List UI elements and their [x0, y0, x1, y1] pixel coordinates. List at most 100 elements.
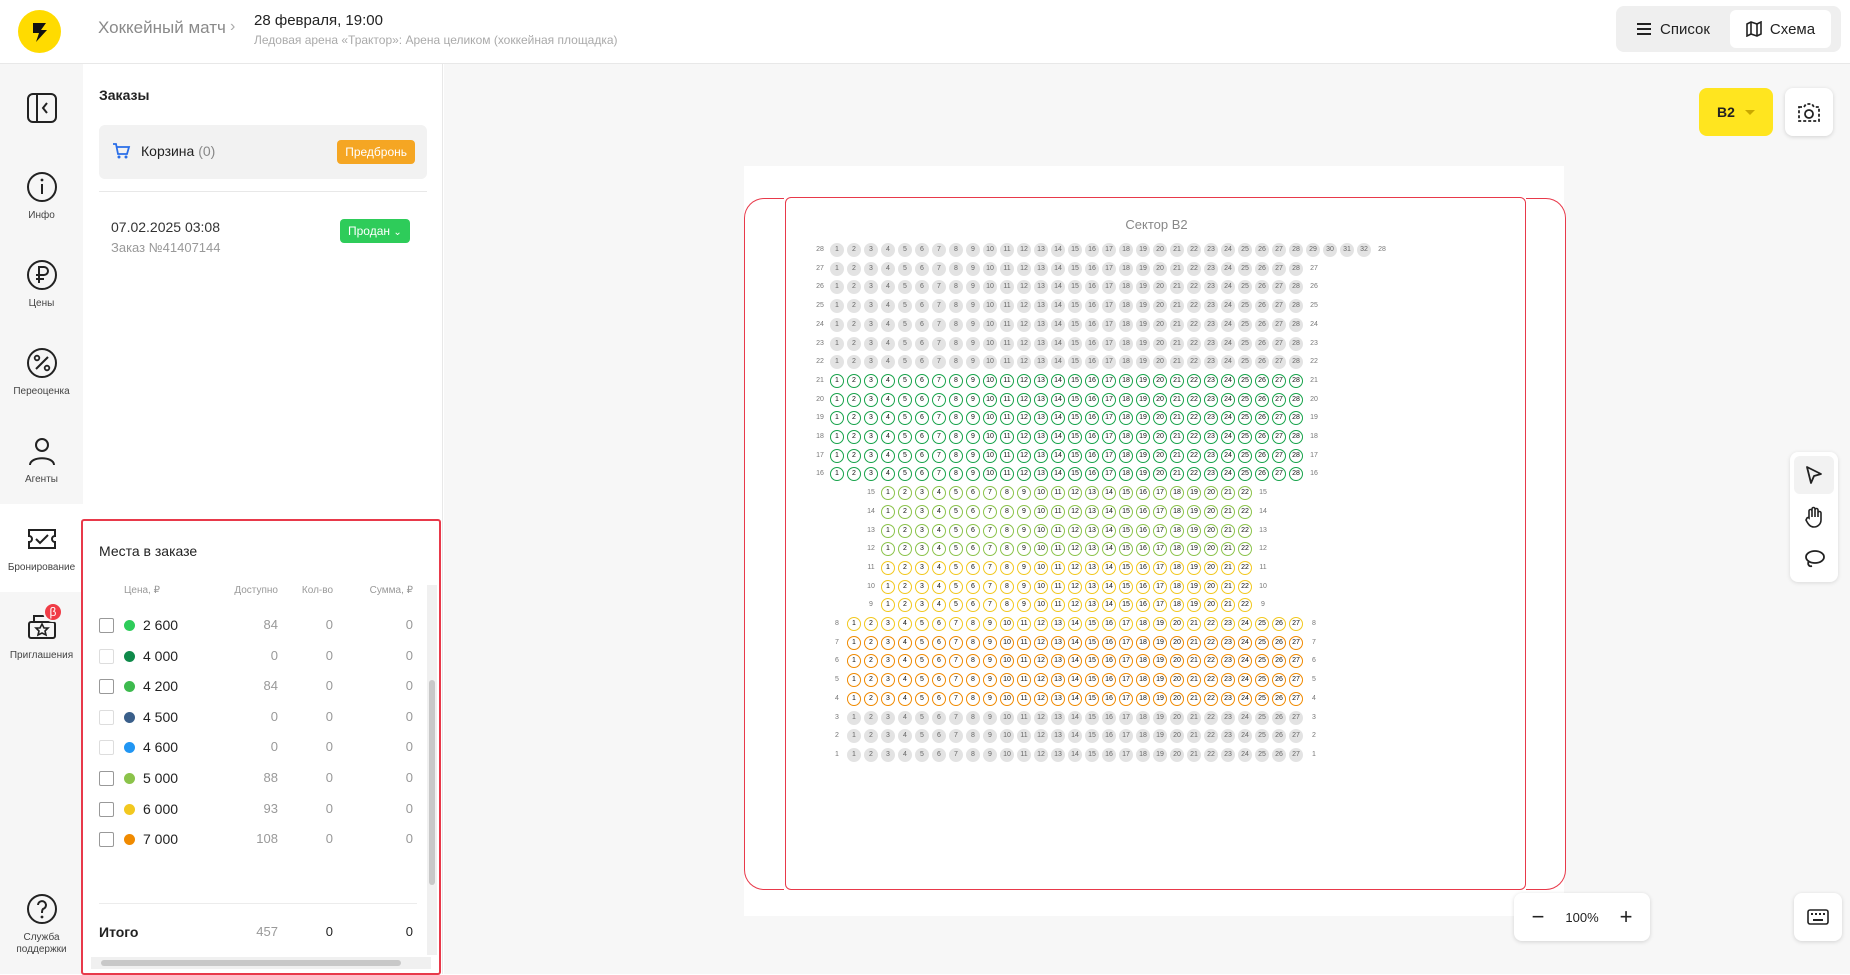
- seat[interactable]: 14: [1051, 336, 1065, 351]
- seat[interactable]: 15: [1085, 654, 1099, 669]
- seat[interactable]: 21: [1221, 504, 1235, 519]
- seat[interactable]: 7: [932, 280, 946, 295]
- seat[interactable]: 5: [898, 430, 912, 444]
- seat[interactable]: 3: [881, 635, 895, 650]
- seat[interactable]: 10: [1000, 635, 1014, 650]
- seat[interactable]: 5: [949, 542, 963, 557]
- seat[interactable]: 12: [1017, 280, 1031, 295]
- seat[interactable]: 23: [1204, 392, 1218, 407]
- seat[interactable]: 28: [1289, 243, 1303, 257]
- view-list-button[interactable]: Список: [1620, 10, 1726, 48]
- seat[interactable]: 28: [1289, 317, 1303, 332]
- seat[interactable]: 7: [932, 430, 946, 444]
- seat[interactable]: 9: [983, 691, 997, 706]
- seat[interactable]: 16: [1102, 747, 1116, 762]
- seat[interactable]: 16: [1102, 729, 1116, 744]
- seat[interactable]: 31: [1340, 243, 1354, 257]
- seat[interactable]: 20: [1204, 579, 1218, 594]
- seat[interactable]: 12: [1034, 729, 1048, 744]
- seat[interactable]: 8: [949, 299, 963, 314]
- seat[interactable]: 16: [1085, 243, 1099, 257]
- seat[interactable]: 22: [1187, 448, 1201, 463]
- seat[interactable]: 23: [1221, 710, 1235, 725]
- seat[interactable]: 13: [1085, 523, 1099, 538]
- seat[interactable]: 14: [1051, 299, 1065, 314]
- seat[interactable]: 21: [1170, 355, 1184, 370]
- seat[interactable]: 1: [881, 560, 895, 575]
- zoom-in-button[interactable]: +: [1614, 904, 1638, 929]
- seat[interactable]: 7: [949, 654, 963, 669]
- seat[interactable]: 18: [1136, 710, 1150, 725]
- seat[interactable]: 22: [1238, 523, 1252, 538]
- seat[interactable]: 15: [1068, 336, 1082, 351]
- seat[interactable]: 12: [1017, 467, 1031, 482]
- seat[interactable]: 27: [1289, 710, 1303, 725]
- seat[interactable]: 27: [1272, 261, 1286, 276]
- seat[interactable]: 11: [1000, 336, 1014, 351]
- seat[interactable]: 4: [898, 635, 912, 650]
- seat[interactable]: 10: [1034, 504, 1048, 519]
- seat[interactable]: 10: [1000, 617, 1014, 631]
- seat[interactable]: 10: [983, 448, 997, 463]
- event-title[interactable]: Хоккейный матч: [98, 18, 226, 38]
- seat[interactable]: 10: [1034, 486, 1048, 501]
- seat[interactable]: 16: [1085, 280, 1099, 295]
- seat[interactable]: 17: [1102, 430, 1116, 444]
- seat[interactable]: 7: [949, 617, 963, 631]
- seat[interactable]: 25: [1255, 673, 1269, 688]
- seat[interactable]: 21: [1170, 373, 1184, 388]
- seat[interactable]: 1: [830, 299, 844, 314]
- seat[interactable]: 9: [983, 673, 997, 688]
- seat[interactable]: 6: [932, 729, 946, 744]
- seat[interactable]: 1: [830, 448, 844, 463]
- seat[interactable]: 17: [1102, 467, 1116, 482]
- seat[interactable]: 5: [915, 617, 929, 631]
- seat[interactable]: 14: [1102, 542, 1116, 557]
- horizontal-scrollbar[interactable]: [91, 957, 431, 969]
- seat[interactable]: 5: [915, 710, 929, 725]
- seat[interactable]: 19: [1136, 448, 1150, 463]
- rail-item-invitations[interactable]: β Приглашения: [0, 592, 83, 680]
- seat[interactable]: 1: [881, 579, 895, 594]
- seat[interactable]: 2: [847, 373, 861, 388]
- seat[interactable]: 20: [1170, 691, 1184, 706]
- seat[interactable]: 12: [1034, 617, 1048, 631]
- seat[interactable]: 9: [966, 392, 980, 407]
- seat[interactable]: 24: [1221, 373, 1235, 388]
- seat[interactable]: 27: [1272, 299, 1286, 314]
- seat[interactable]: 3: [864, 355, 878, 370]
- seat[interactable]: 13: [1034, 280, 1048, 295]
- seat[interactable]: 25: [1238, 411, 1252, 426]
- sector-select-dropdown[interactable]: B2: [1699, 88, 1773, 136]
- seat[interactable]: 26: [1272, 617, 1286, 631]
- seat[interactable]: 9: [1017, 504, 1031, 519]
- seat[interactable]: 7: [932, 448, 946, 463]
- seat[interactable]: 3: [915, 598, 929, 613]
- seat[interactable]: 5: [949, 598, 963, 613]
- seat[interactable]: 12: [1034, 747, 1048, 762]
- seat[interactable]: 13: [1034, 317, 1048, 332]
- seat[interactable]: 12: [1068, 579, 1082, 594]
- rail-item-info[interactable]: Инфо: [0, 152, 83, 240]
- seat[interactable]: 11: [1000, 467, 1014, 482]
- seat[interactable]: 5: [898, 411, 912, 426]
- seat[interactable]: 8: [949, 430, 963, 444]
- seat[interactable]: 25: [1255, 710, 1269, 725]
- seat[interactable]: 15: [1085, 710, 1099, 725]
- seat[interactable]: 22: [1238, 598, 1252, 613]
- select-tool-button[interactable]: [1794, 456, 1834, 494]
- seat[interactable]: 19: [1136, 243, 1150, 257]
- seat[interactable]: 9: [966, 261, 980, 276]
- seat[interactable]: 11: [1000, 355, 1014, 370]
- seat[interactable]: 8: [1000, 598, 1014, 613]
- seat[interactable]: 6: [932, 691, 946, 706]
- seat[interactable]: 11: [1051, 486, 1065, 501]
- seat[interactable]: 8: [966, 654, 980, 669]
- seat[interactable]: 2: [847, 280, 861, 295]
- seat[interactable]: 27: [1272, 336, 1286, 351]
- seat[interactable]: 9: [983, 654, 997, 669]
- seat[interactable]: 7: [949, 635, 963, 650]
- seat[interactable]: 11: [1017, 673, 1031, 688]
- seat[interactable]: 7: [949, 747, 963, 762]
- seat[interactable]: 15: [1068, 411, 1082, 426]
